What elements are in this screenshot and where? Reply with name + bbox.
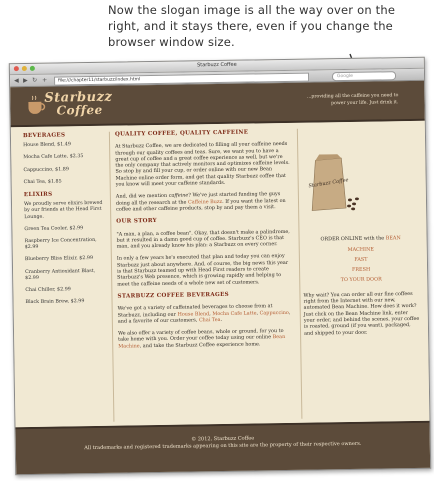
- section-heading: STARBUZZ COFFEE BEVERAGES: [117, 291, 230, 300]
- section-heading: OUR STORY: [116, 218, 157, 225]
- paragraph: "A man, a plan, a coffee bean". Okay, th…: [116, 228, 290, 250]
- beverage-item: Chai Tea, $1.85: [23, 179, 62, 185]
- elixir-item: Blueberry Bliss Elixir, $2.99: [24, 256, 94, 263]
- order-word[interactable]: FRESH: [303, 266, 419, 274]
- beverage-item: House Blend, $1.49: [23, 142, 71, 149]
- right-column: Starbuzz Coffee ORDER ONLINE with the BE…: [301, 127, 420, 342]
- order-word[interactable]: FAST: [303, 256, 419, 264]
- elixir-item: Green Tea Cooler, $2.99: [24, 225, 84, 232]
- paragraph: And, did we mention caffeine? We've just…: [115, 191, 286, 213]
- paragraph: We've got a variety of caffeinated bever…: [117, 303, 291, 325]
- paragraph: At Starbuzz Coffee, we are dedicated to …: [115, 141, 290, 188]
- order-word[interactable]: BEAN: [386, 235, 401, 241]
- paragraph: We also offer a variety of coffee beans,…: [118, 328, 286, 350]
- order-text: ORDER ONLINE with the: [320, 235, 385, 243]
- beverage-item: Cappuccino, $1.89: [23, 166, 69, 173]
- beverage-item: Mocha Cafe Latte, $2.35: [23, 154, 84, 161]
- order-word[interactable]: MACHINE: [303, 245, 419, 253]
- forward-arrow-icon[interactable]: ▶: [23, 77, 28, 84]
- page-content: BEVERAGES House Blend, $1.49 Mocha Cafe …: [10, 120, 430, 428]
- site-footer: © 2012, Starbuzz Coffee All trademarks a…: [15, 420, 431, 476]
- order-online-block: ORDER ONLINE with the BEAN MACHINE FAST …: [303, 235, 420, 284]
- sidebar-divider: [108, 131, 115, 422]
- back-arrow-icon[interactable]: ◀: [14, 77, 19, 84]
- chai-tea-link[interactable]: Chai Tea: [199, 317, 221, 323]
- search-field[interactable]: Google: [331, 71, 397, 82]
- elixir-item: Chai Chiller, $2.99: [25, 287, 71, 294]
- paragraph: In only a few years he's executed that p…: [116, 253, 289, 288]
- coffee-bag-image: Starbuzz Coffee: [308, 154, 359, 211]
- logo-text-coffee: Coffee: [56, 102, 103, 118]
- annotation-text: Now the slogan image is all the way over…: [108, 3, 396, 49]
- site-header: Starbuzz Coffee ...providing all the caf…: [10, 80, 425, 128]
- mocha-cafe-latte-link[interactable]: Mocha Cafe Latte: [212, 310, 256, 317]
- order-word[interactable]: TO YOUR DOOR: [303, 276, 419, 284]
- elixir-item: Cranberry Antioxidant Blast, $2.99: [25, 268, 96, 281]
- cappuccino-link[interactable]: Cappuccino: [260, 309, 289, 315]
- reload-icon[interactable]: ↻: [32, 77, 37, 84]
- slogan: ...providing all the caffeine you need t…: [306, 93, 399, 106]
- section-heading: QUALITY COFFEE, QUALITY CAFFEINE: [114, 129, 249, 138]
- beverages-heading: BEVERAGES: [22, 132, 66, 140]
- why-wait-paragraph: Why wait? You can order all our fine cof…: [303, 290, 420, 337]
- sidebar: BEVERAGES House Blend, $1.49 Mocha Cafe …: [17, 132, 106, 313]
- main-column: QUALITY COFFEE, QUALITY CAFFEINE At Star…: [115, 129, 294, 356]
- elixirs-heading: ELIXIRS: [23, 191, 53, 199]
- elixirs-intro: We proudly serve elixirs brewed by our f…: [23, 201, 103, 220]
- elixir-item: Raspberry Ice Concentration, $2.99: [24, 237, 97, 251]
- browser-window: Starbuzz Coffee ◀ ▶ ↻ + file:///chapter1…: [8, 56, 432, 476]
- elixir-item: Black Brain Brew, $2.99: [25, 299, 85, 306]
- add-bookmark-icon[interactable]: +: [42, 77, 47, 84]
